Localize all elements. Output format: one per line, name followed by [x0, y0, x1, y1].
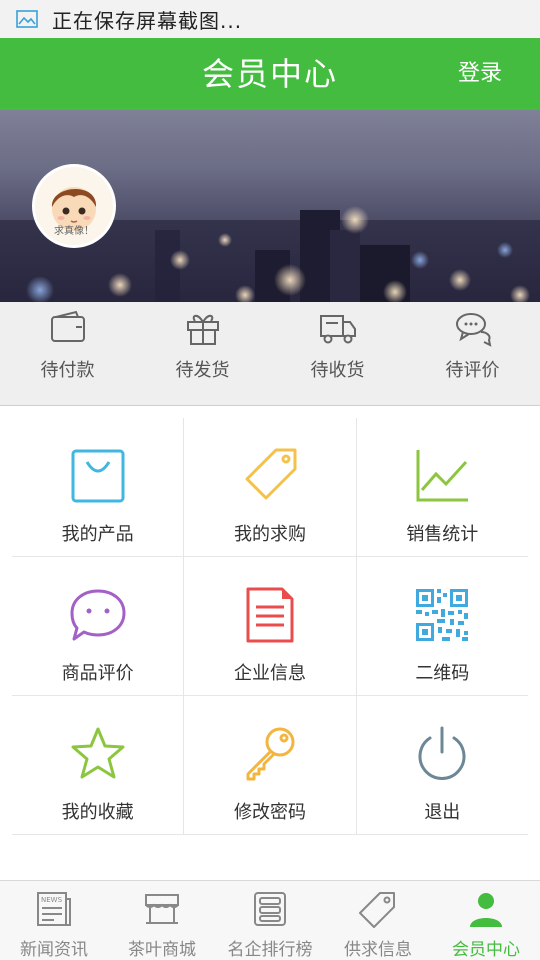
order-label: 待收货 — [310, 360, 365, 381]
line-chart-icon — [416, 450, 469, 502]
avatar-caption: 求真像！ — [54, 226, 94, 237]
tab-company-ranking[interactable]: 名企排行榜 — [216, 881, 324, 960]
tab-supply-demand[interactable]: 供求信息 — [324, 881, 432, 960]
shopping-bag-icon — [71, 449, 125, 503]
menu-sales-statistics[interactable]: 销售统计 — [357, 418, 528, 556]
ranking-list-icon — [254, 892, 286, 926]
menu-row: 我的产品 我的求购 销售统计 — [12, 418, 528, 557]
menu-label: 商品评价 — [61, 663, 134, 684]
menu-my-products[interactable]: 我的产品 — [12, 418, 185, 556]
menu-logout[interactable]: 退出 — [357, 696, 528, 834]
status-bar: 正在保存屏幕截图... — [0, 0, 540, 38]
tag-icon — [359, 892, 395, 928]
star-icon — [71, 727, 125, 779]
menu-row: 商品评价 企业信息 二维码 — [12, 557, 528, 696]
comment-icon — [70, 589, 126, 641]
menu-label: 我的求购 — [233, 524, 306, 545]
screenshot-icon — [16, 10, 38, 28]
order-label: 待评价 — [445, 360, 500, 381]
document-icon — [246, 587, 294, 643]
gift-icon — [186, 314, 219, 345]
order-label: 待付款 — [40, 360, 95, 381]
chat-bubbles-icon — [455, 313, 491, 347]
avatar[interactable]: 求真像！ — [32, 164, 116, 248]
order-pending-receipt[interactable]: 待收货 — [270, 302, 405, 405]
menu-label: 二维码 — [415, 663, 470, 684]
app-header: 会员中心 登录 — [0, 38, 540, 110]
order-pending-review[interactable]: 待评价 — [405, 302, 540, 405]
menu-product-reviews[interactable]: 商品评价 — [12, 557, 185, 695]
menu-qr-code[interactable]: 二维码 — [357, 557, 528, 695]
login-button[interactable]: 登录 — [458, 38, 502, 110]
menu-label: 销售统计 — [406, 524, 479, 545]
price-tag-icon — [245, 448, 297, 500]
tab-label: 名企排行榜 — [227, 940, 313, 960]
tab-label: 会员中心 — [452, 940, 520, 960]
menu-label: 修改密码 — [233, 802, 306, 823]
tab-label: 茶叶商城 — [128, 940, 196, 960]
qr-code-icon — [416, 589, 469, 641]
svg-text:NEWS: NEWS — [41, 896, 63, 904]
menu-my-favorites[interactable]: 我的收藏 — [12, 696, 185, 834]
menu-company-info[interactable]: 企业信息 — [184, 557, 357, 695]
tab-label: 新闻资讯 — [20, 940, 88, 960]
storefront-icon — [145, 894, 179, 924]
menu-label: 企业信息 — [233, 663, 306, 684]
menu-row: 我的收藏 修改密码 退出 — [12, 696, 528, 835]
newspaper-icon: NEWS — [37, 892, 71, 926]
user-icon — [470, 893, 502, 927]
menu-label: 退出 — [424, 802, 461, 823]
menu-my-purchase-requests[interactable]: 我的求购 — [184, 418, 357, 556]
tab-news[interactable]: NEWS 新闻资讯 — [0, 881, 108, 960]
delivery-truck-icon — [319, 315, 356, 344]
tab-label: 供求信息 — [344, 940, 412, 960]
bottom-tab-bar: NEWS 新闻资讯 茶叶商城 名企排行榜 供求信息 会员中心 — [0, 880, 540, 960]
menu-label: 我的收藏 — [61, 802, 134, 823]
menu-change-password[interactable]: 修改密码 — [184, 696, 357, 834]
member-menu-grid: 我的产品 我的求购 销售统计 商品评价 企业信息 二维码 我的收藏 修改密码 退… — [12, 418, 528, 835]
order-pending-payment[interactable]: 待付款 — [0, 302, 135, 405]
screen: 正在保存屏幕截图... 会员中心 登录 求真像！ 待付款 待发货 待收货 待评价… — [0, 0, 540, 960]
power-icon — [418, 726, 466, 780]
menu-label: 我的产品 — [61, 524, 134, 545]
profile-banner: 求真像！ — [0, 110, 540, 302]
tab-member-center[interactable]: 会员中心 — [432, 881, 540, 960]
tab-tea-mall[interactable]: 茶叶商城 — [108, 881, 216, 960]
key-icon — [246, 727, 295, 781]
order-pending-shipment[interactable]: 待发货 — [135, 302, 270, 405]
wallet-icon — [50, 310, 85, 342]
order-status-bar: 待付款 待发货 待收货 待评价 — [0, 302, 540, 406]
status-text: 正在保存屏幕截图... — [52, 8, 243, 33]
order-label: 待发货 — [175, 360, 230, 381]
